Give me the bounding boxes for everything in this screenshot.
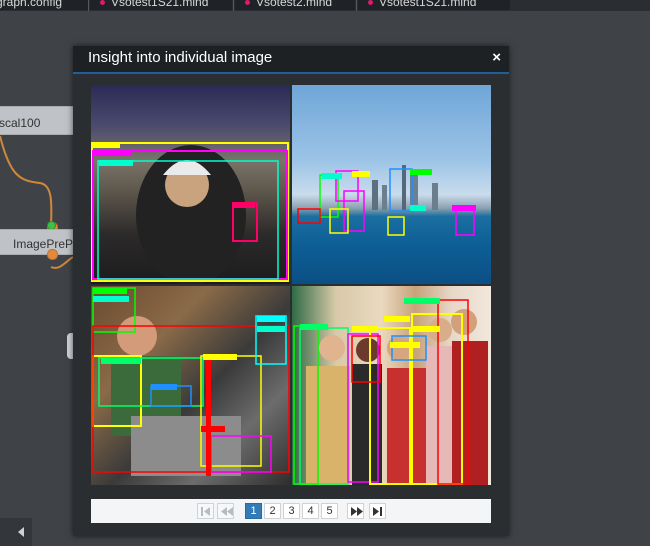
- last-page-icon: [373, 507, 382, 516]
- tab-label: Vsotest1S21.mind: [379, 0, 477, 9]
- chevron-left-icon: [18, 527, 24, 537]
- insight-modal: Insight into individual image × 1 2 3 4 …: [73, 46, 509, 536]
- modified-dot-icon: [100, 0, 105, 6]
- page-button-1[interactable]: 1: [245, 503, 262, 519]
- modal-header: Insight into individual image ×: [73, 46, 509, 74]
- first-page-icon: [201, 507, 210, 516]
- image-motorbike-rider[interactable]: [91, 85, 290, 284]
- first-page-button[interactable]: [197, 503, 214, 519]
- modal-body: 1 2 3 4 5: [73, 74, 509, 536]
- image-city-harbor[interactable]: [292, 85, 491, 284]
- graph-node-scal100[interactable]: scal100: [0, 106, 74, 135]
- detection-overlay: [293, 298, 488, 485]
- page-button-4[interactable]: 4: [302, 503, 319, 519]
- fast-forward-icon: [351, 507, 363, 516]
- node-label: scal100: [0, 116, 41, 130]
- image-man-laptop[interactable]: [91, 286, 290, 485]
- tab-vsotest1s21[interactable]: Vsotest1S21.mind: [90, 0, 232, 10]
- graph-node-imageprepr[interactable]: ImagePrePr: [0, 229, 78, 255]
- last-page-button[interactable]: [369, 503, 386, 519]
- next-page-button[interactable]: [347, 503, 364, 519]
- modified-dot-icon: [368, 0, 373, 6]
- tab-divider: [233, 0, 234, 11]
- image-group-people[interactable]: [292, 286, 491, 485]
- modal-title: Insight into individual image: [88, 49, 273, 66]
- tab-label: graph.config: [0, 0, 63, 9]
- image-grid: [91, 85, 491, 485]
- node-label: ImagePrePr: [13, 237, 78, 251]
- modified-dot-icon: [245, 0, 250, 6]
- page-button-3[interactable]: 3: [283, 503, 300, 519]
- tab-bar: graph.config Vsotest1S21.mind Vsotest2.m…: [0, 0, 650, 11]
- page-button-2[interactable]: 2: [264, 503, 281, 519]
- detection-overlay: [297, 165, 476, 236]
- tab-graph-config[interactable]: graph.config: [0, 0, 88, 10]
- tab-label: Vsotest2.mind: [256, 0, 333, 9]
- detection-overlay: [92, 287, 290, 476]
- tab-label: Vsotest1S21.mind: [111, 0, 209, 9]
- tab-vsotest2[interactable]: Vsotest2.mind: [235, 0, 355, 10]
- tab-divider: [356, 0, 357, 11]
- rewind-icon: [221, 507, 233, 516]
- output-port-icon[interactable]: [47, 249, 58, 260]
- panel-toggle[interactable]: [0, 518, 32, 546]
- detection-overlay: [91, 142, 289, 284]
- image-pager: 1 2 3 4 5: [91, 499, 491, 523]
- tab-divider: [88, 0, 89, 11]
- tab-vsotest1s21-b[interactable]: Vsotest1S21.mind: [358, 0, 510, 10]
- close-icon[interactable]: ×: [492, 49, 501, 67]
- page-button-5[interactable]: 5: [321, 503, 338, 519]
- previous-page-button[interactable]: [217, 503, 234, 519]
